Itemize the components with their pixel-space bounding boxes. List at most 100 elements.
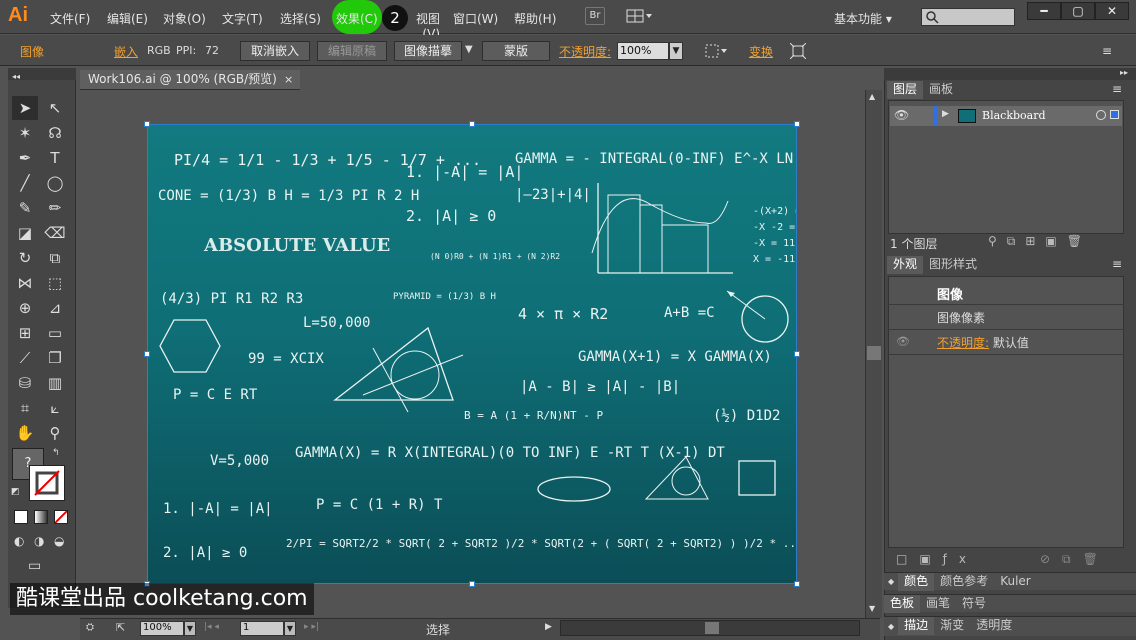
mesh-tool-icon[interactable]: ⊞ (12, 321, 38, 345)
artboard-number-input[interactable]: 1 (240, 621, 284, 636)
image-trace-button[interactable]: 图像描摹 (394, 41, 462, 61)
symbol-sprayer-tool-icon[interactable]: ⛁ (12, 371, 38, 395)
mask-button[interactable]: 蒙版 (482, 41, 550, 61)
last-artboard-icon[interactable]: ▸ ▸| (304, 622, 319, 632)
document-tab[interactable]: Work106.ai @ 100% (RGB/预览) × (80, 70, 300, 90)
eye-icon[interactable]: 👁 (896, 335, 910, 348)
shape-builder-tool-icon[interactable]: ⊕ (12, 296, 38, 320)
vertical-scrollbar[interactable]: ▲ ▼ (865, 90, 882, 618)
menu-edit[interactable]: 编辑(E) (107, 10, 148, 27)
zoom-input[interactable]: 100% (140, 621, 184, 636)
selection-handle[interactable] (144, 121, 150, 127)
help-search-input[interactable] (921, 8, 1015, 26)
color-mode-icon[interactable] (14, 510, 28, 524)
artboard-dropdown[interactable]: ▼ (284, 621, 296, 636)
tab-symbols[interactable]: 符号 (956, 595, 992, 613)
export-icon[interactable]: ⇱ (116, 621, 125, 634)
menu-file[interactable]: 文件(F) (50, 10, 90, 27)
opacity-label[interactable]: 不透明度: (559, 43, 611, 60)
slice-tool-icon[interactable]: ⟀ (42, 396, 68, 420)
scroll-up-icon[interactable]: ▲ (869, 92, 875, 101)
pen-tool-icon[interactable]: ✒ (12, 146, 38, 170)
eye-icon[interactable]: 👁 (894, 108, 909, 122)
selection-handle[interactable] (469, 581, 475, 587)
embed-link[interactable]: 嵌入 (114, 43, 138, 60)
selection-handle[interactable] (794, 581, 800, 587)
screen-mode-icon[interactable]: ▭ (28, 558, 41, 574)
scale-tool-icon[interactable]: ⧉ (42, 246, 68, 270)
paintbrush-tool-icon[interactable]: ✎ (12, 196, 38, 220)
unembed-button[interactable]: 取消嵌入 (240, 41, 310, 61)
tab-kuler[interactable]: Kuler (994, 573, 1037, 591)
panel-menu-icon[interactable]: ≡ (1102, 44, 1112, 58)
layer-name[interactable]: Blackboard (982, 109, 1046, 122)
swap-colors-icon[interactable]: ↰ (52, 448, 60, 458)
selection-handle[interactable] (794, 351, 800, 357)
selection-handle[interactable] (794, 121, 800, 127)
artboard-image[interactable]: PI/4 = 1/1 - 1/3 + 1/5 - 1/7 + ... CONE … (147, 124, 797, 584)
width-tool-icon[interactable]: ⋈ (12, 271, 38, 295)
pencil-tool-icon[interactable]: ✏ (42, 196, 68, 220)
stroke-swatch[interactable] (29, 465, 65, 501)
zoom-dropdown[interactable]: ▼ (184, 621, 196, 636)
selection-handle[interactable] (469, 121, 475, 127)
status-icon[interactable]: ⛭ (86, 622, 94, 633)
blend-tool-icon[interactable]: ❐ (42, 346, 68, 370)
horizontal-scrollbar[interactable] (560, 620, 860, 636)
panel-dock-header[interactable]: ▸▸ (884, 68, 1136, 80)
tab-layers[interactable]: 图层 (887, 81, 924, 99)
opacity-dropdown[interactable]: ▼ (669, 42, 683, 60)
edit-original-button[interactable]: 编辑原稿 (317, 41, 387, 61)
eyedropper-tool-icon[interactable]: ⟋ (12, 346, 38, 370)
selection-tool-icon[interactable]: ➤ (12, 96, 38, 120)
opacity-input[interactable]: 100% (617, 42, 669, 60)
hand-tool-icon[interactable]: ✋ (12, 421, 38, 445)
bridge-button[interactable]: Br (585, 7, 605, 25)
tab-gradient[interactable]: 渐变 (934, 617, 970, 635)
zoom-tool-icon[interactable]: ⚲ (42, 421, 68, 445)
transform-link[interactable]: 变换 (749, 43, 773, 60)
first-artboard-icon[interactable]: |◂ ◂ (204, 622, 219, 632)
rotate-tool-icon[interactable]: ↻ (12, 246, 38, 270)
scrollbar-thumb[interactable] (867, 346, 881, 360)
minimize-button[interactable]: ━ (1027, 2, 1061, 20)
selection-handle[interactable] (144, 351, 150, 357)
arrange-documents-icon[interactable] (626, 8, 654, 24)
close-window-button[interactable]: ✕ (1095, 2, 1129, 20)
appearance-footer-right-icons[interactable]: ⊘⧉🗑 (1040, 552, 1110, 567)
panel-menu-icon[interactable]: ≡ (1112, 257, 1122, 271)
draw-behind-icon[interactable]: ◑ (34, 534, 44, 548)
menu-type[interactable]: 文字(T) (222, 10, 263, 27)
menu-select[interactable]: 选择(S) (280, 10, 321, 27)
direct-selection-tool-icon[interactable]: ↖ (42, 96, 68, 120)
appearance-footer-icons[interactable]: □▣ƒx (896, 552, 978, 566)
draw-inside-icon[interactable]: ◒ (54, 534, 64, 548)
menu-window[interactable]: 窗口(W) (453, 10, 498, 27)
type-tool-icon[interactable]: T (42, 146, 68, 170)
menu-object[interactable]: 对象(O) (163, 10, 206, 27)
none-mode-icon[interactable] (54, 510, 68, 524)
menu-help[interactable]: 帮助(H) (514, 10, 556, 27)
close-icon[interactable]: × (284, 70, 293, 89)
tab-appearance[interactable]: 外观 (887, 256, 924, 274)
ellipse-tool-icon[interactable]: ◯ (42, 171, 68, 195)
collapse-arrows-icon[interactable]: ◆ (884, 573, 898, 590)
blob-brush-tool-icon[interactable]: ◪ (12, 221, 38, 245)
opacity-link[interactable]: 不透明度: (937, 336, 989, 350)
tab-color[interactable]: 颜色 (898, 573, 935, 591)
scrollbar-thumb[interactable] (705, 622, 719, 634)
tab-artboards[interactable]: 画板 (923, 81, 959, 99)
magic-wand-tool-icon[interactable]: ✶ (12, 121, 38, 145)
layers-footer-icons[interactable]: ⚲⧉⊞▣🗑 (988, 234, 1092, 249)
tools-panel-header[interactable]: ◂◂ (8, 68, 76, 81)
status-arrow-icon[interactable]: ▶ (545, 622, 552, 632)
scroll-down-icon[interactable]: ▼ (869, 604, 875, 613)
column-graph-tool-icon[interactable]: ▥ (42, 371, 68, 395)
isolate-icon[interactable] (789, 42, 807, 60)
menu-effect[interactable]: 效果(C) (336, 10, 378, 27)
free-transform-tool-icon[interactable]: ⬚ (42, 271, 68, 295)
tab-transparency[interactable]: 透明度 (970, 617, 1018, 635)
default-colors-icon[interactable]: ◩ (11, 487, 20, 497)
tab-graphic-styles[interactable]: 图形样式 (923, 256, 983, 274)
target-icon[interactable] (1096, 110, 1106, 120)
